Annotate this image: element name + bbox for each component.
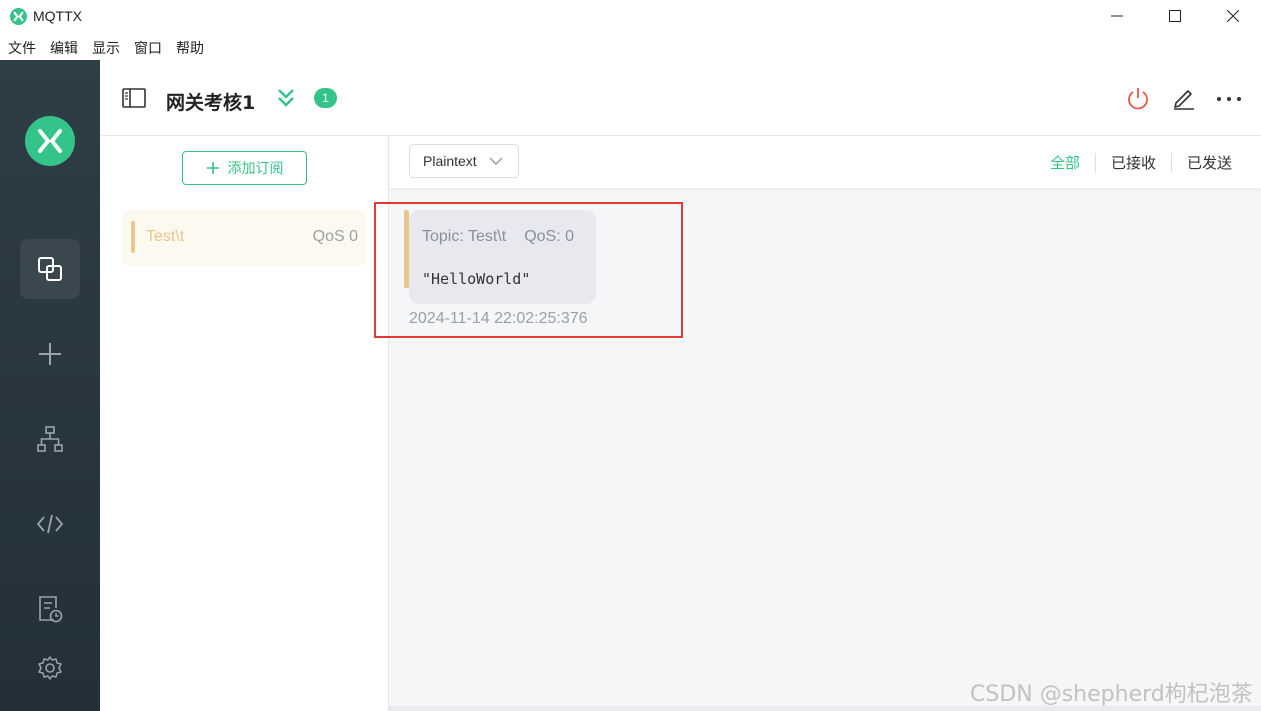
message-filter-tabs: 全部 已接收 已发送	[1035, 153, 1247, 173]
sidebar-item-new-connection[interactable]	[20, 324, 80, 384]
title-bar: MQTTX	[0, 0, 1261, 32]
add-subscription-button[interactable]: 添加订阅	[182, 151, 307, 185]
menu-view[interactable]: 显示	[92, 38, 120, 58]
collapse-chevron-icon[interactable]	[276, 87, 296, 114]
minimize-button[interactable]	[1092, 0, 1142, 32]
add-subscription-label: 添加订阅	[227, 161, 284, 177]
subscription-qos: QoS 0	[312, 228, 358, 245]
app-logo-icon	[10, 8, 27, 25]
sidebar-item-connections[interactable]	[20, 239, 80, 299]
menu-edit[interactable]: 编辑	[50, 38, 78, 58]
subscription-item[interactable]: Test\t QoS 0	[122, 210, 366, 266]
log-icon	[39, 596, 63, 623]
toggle-panel-icon[interactable]	[122, 88, 146, 113]
page-title: 网关考核1	[166, 92, 256, 114]
edit-pencil-icon[interactable]	[1172, 86, 1196, 115]
watermark: CSDN @shepherd枸杞泡茶	[970, 682, 1253, 707]
menu-file[interactable]: 文件	[8, 38, 36, 58]
filter-sent[interactable]: 已发送	[1170, 153, 1247, 173]
sidebar-item-log[interactable]	[20, 579, 80, 639]
mqttx-logo-icon	[25, 116, 75, 166]
disconnect-power-icon[interactable]	[1126, 86, 1150, 117]
plus-icon	[39, 343, 61, 365]
maximize-button[interactable]	[1150, 0, 1200, 32]
sidebar	[0, 60, 100, 711]
chevron-down-icon	[489, 157, 503, 165]
payload-format-value: Plaintext	[423, 153, 477, 169]
subscriptions-panel: 添加订阅 Test\t QoS 0	[100, 136, 389, 711]
menu-bar: 文件 编辑 显示 窗口 帮助	[0, 36, 210, 60]
menu-window[interactable]: 窗口	[134, 38, 162, 58]
sidebar-item-settings[interactable]	[20, 638, 80, 698]
filter-all[interactable]: 全部	[1035, 153, 1095, 173]
connections-icon	[38, 257, 62, 281]
menu-help[interactable]: 帮助	[176, 38, 204, 58]
code-icon	[36, 514, 64, 534]
filter-received[interactable]: 已接收	[1094, 153, 1171, 173]
messages-toolbar: Plaintext 全部 已接收 已发送	[389, 136, 1261, 188]
annotation-highlight-box	[374, 202, 683, 338]
close-button[interactable]	[1208, 0, 1258, 32]
sidebar-item-script[interactable]	[20, 494, 80, 554]
topology-icon	[37, 426, 63, 452]
gear-icon	[38, 656, 62, 680]
subscription-color-bar	[131, 221, 135, 253]
more-options-icon[interactable]	[1216, 90, 1242, 108]
plus-icon	[206, 162, 219, 174]
payload-format-select[interactable]: Plaintext	[409, 144, 519, 178]
subscription-topic: Test\t	[146, 228, 185, 245]
connection-header: 网关考核1 1	[100, 60, 1261, 136]
window-title: MQTTX	[33, 8, 82, 24]
sidebar-item-topology[interactable]	[20, 409, 80, 469]
connection-count-badge: 1	[314, 88, 337, 108]
